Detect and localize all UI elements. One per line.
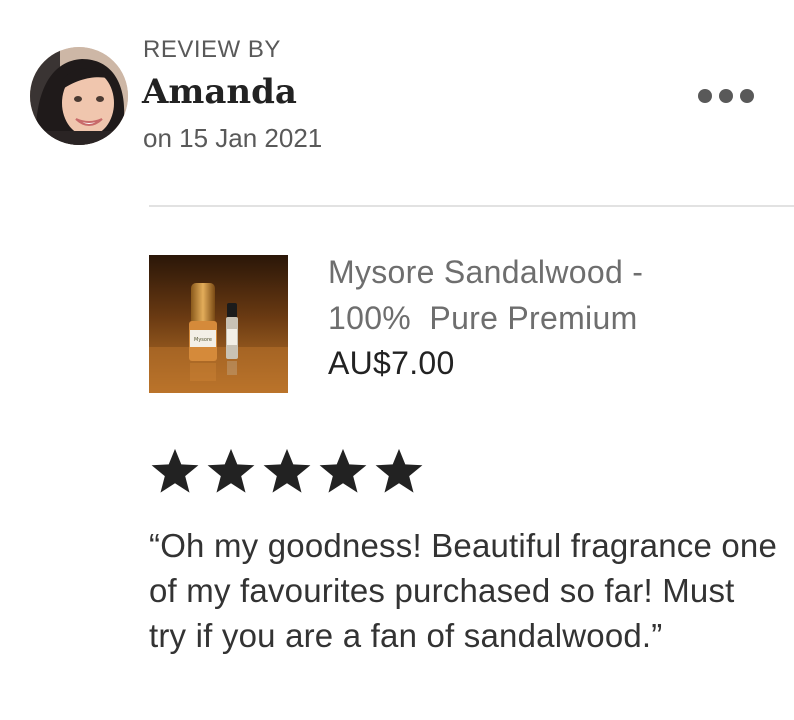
product-price: AU$7.00 xyxy=(328,345,455,381)
more-horizontal-icon xyxy=(698,89,754,103)
product-image: Mysore xyxy=(149,255,288,393)
reviewer-name[interactable]: Amanda xyxy=(142,72,297,112)
star-icon xyxy=(149,447,201,497)
star-icon xyxy=(261,447,313,497)
svg-text:Mysore: Mysore xyxy=(194,337,212,343)
star-rating xyxy=(149,447,425,497)
review-text: “Oh my goodness! Beautiful fragrance one… xyxy=(149,527,778,654)
avatar-image xyxy=(30,47,128,145)
product-thumbnail[interactable]: Mysore xyxy=(149,255,288,393)
reviewer-avatar[interactable] xyxy=(30,47,128,145)
review-date: on 15 Jan 2021 xyxy=(143,123,323,153)
review-by-label: REVIEW BY xyxy=(143,36,281,63)
star-icon xyxy=(205,447,257,497)
divider xyxy=(149,205,794,207)
more-options-button[interactable] xyxy=(690,80,762,112)
product-title-link[interactable]: Mysore Sandalwood - 100% Pure Premium xyxy=(328,249,748,341)
star-icon xyxy=(317,447,369,497)
star-icon xyxy=(373,447,425,497)
